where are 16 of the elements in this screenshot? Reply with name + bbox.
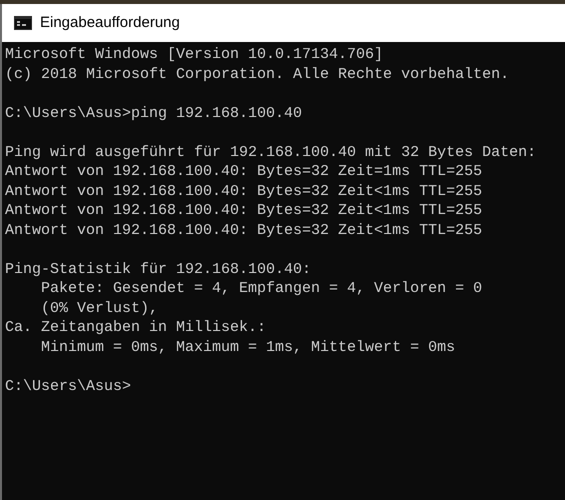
window-title: Eingabeaufforderung xyxy=(40,12,180,33)
console-line: Antwort von 192.168.100.40: Bytes=32 Zeit<1ms TTL=255 xyxy=(5,220,484,240)
console-line: Ping wird ausgeführt für 192.168.100.40 mit 32 Bytes Daten: xyxy=(5,142,538,162)
console-line: Antwort von 192.168.100.40: Bytes=32 Zeit<1ms TTL=255 xyxy=(5,182,484,201)
console-line: Microsoft Windows [Version 10.0.17134.706] xyxy=(5,45,384,64)
terminal-icon xyxy=(14,16,32,30)
console-line: Pakete: Gesendet = 4, Empfangen = 4, Verloren = 0 xyxy=(40,279,484,298)
console-line: Ping-Statistik für 192.168.100.40: xyxy=(5,260,312,279)
console-line: (c) 2018 Microsoft Corporation. Alle Rechte vorbehalten. xyxy=(5,64,510,84)
console-line: C:\Users\Asus>ping 192.168.100.40 xyxy=(5,104,304,123)
console-line: Minimum = 0ms, Maximum = 1ms, Mittelwert = 0ms xyxy=(40,338,456,357)
console-line: C:\Users\Asus> xyxy=(5,376,132,396)
console-line: (0% Verlust), xyxy=(40,298,160,318)
console-line: Antwort von 192.168.100.40: Bytes=32 Zeit=1ms TTL=255 xyxy=(5,162,484,182)
console-line: Antwort von 192.168.100.40: Bytes=32 Zeit<1ms TTL=255 xyxy=(5,201,484,220)
console-line: Ca. Zeitangaben in Millisek.: xyxy=(5,318,268,338)
